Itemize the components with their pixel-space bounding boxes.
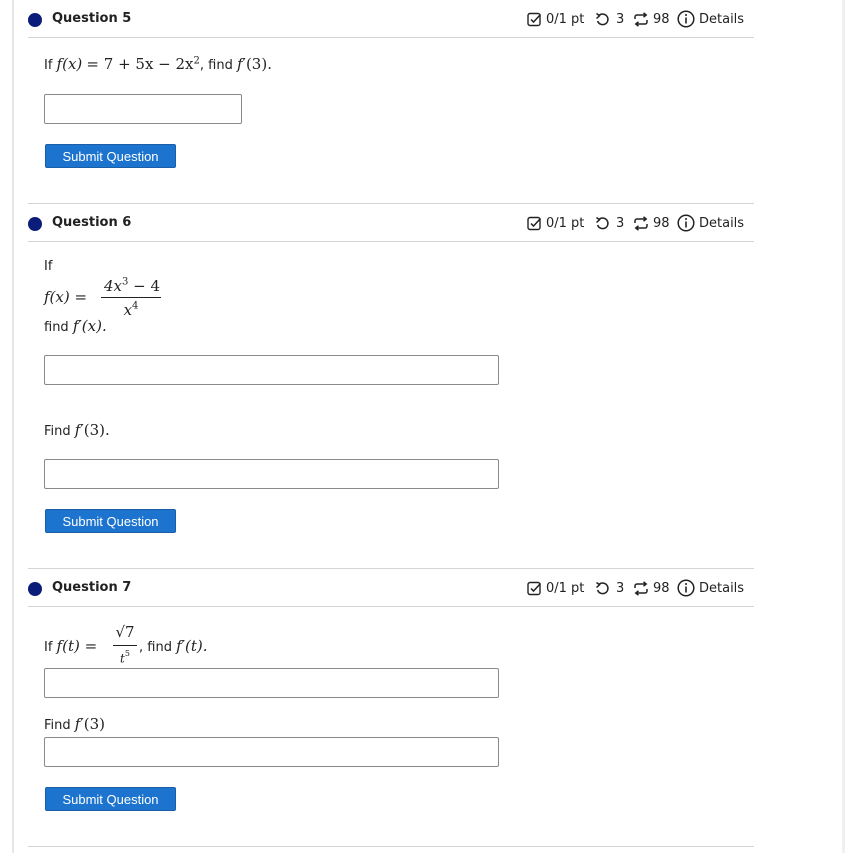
question-status-dot <box>28 217 42 231</box>
question-5-prompt: If f(x) = 7 + 5x − 2x2, find f′(3). <box>44 55 272 73</box>
question-status-dot <box>28 582 42 596</box>
retry-icon <box>595 216 609 230</box>
attempts-count: 98 <box>653 216 670 231</box>
math-arg: ′(3). <box>80 421 110 439</box>
fraction-numerator: √7 <box>113 622 137 641</box>
math-numerator: 4x <box>103 277 122 295</box>
divider <box>28 606 754 607</box>
score-text: 0/1 pt <box>546 216 585 231</box>
retries-count: 3 <box>616 12 625 27</box>
math-arg: ′(t). <box>181 637 208 655</box>
divider <box>28 203 754 204</box>
prompt-text: , find <box>199 58 237 73</box>
divider <box>28 37 754 38</box>
prompt-if: If <box>44 259 53 274</box>
fraction-denominator: x4 <box>101 300 161 319</box>
fraction-bar <box>113 645 137 646</box>
answer-input[interactable] <box>44 94 242 124</box>
details-link[interactable]: Details <box>699 12 744 27</box>
answer-input[interactable] <box>44 355 499 385</box>
attempts-count: 98 <box>653 581 670 596</box>
math-expression: = 7 + 5x − 2x <box>86 55 194 73</box>
retries-count: 3 <box>616 581 625 596</box>
prompt-text: If <box>44 58 57 73</box>
prompt-find: Find f′(3) <box>44 715 105 733</box>
check-box-icon <box>527 216 542 231</box>
retry-icon <box>595 12 609 26</box>
math-numerator-tail: − 4 <box>128 277 161 295</box>
math-arg: ′(3) <box>80 715 105 733</box>
retries-count: 3 <box>616 216 625 231</box>
score-text: 0/1 pt <box>546 12 585 27</box>
fraction-numerator: 4x3 − 4 <box>101 276 163 295</box>
question-6-header: Question 6 0/1 pt 3 98 Details <box>28 214 754 234</box>
prompt-text: , find <box>139 640 177 655</box>
prompt-find: find f′(x). <box>44 317 107 335</box>
math-lhs: f(x) = <box>44 288 88 306</box>
submit-question-button[interactable]: Submit Question <box>45 144 176 168</box>
divider <box>28 568 754 569</box>
fraction-denominator: t5 <box>113 647 137 665</box>
attempts-icon <box>634 12 648 27</box>
submit-question-button[interactable]: Submit Question <box>45 509 176 533</box>
math-denominator: x <box>123 301 133 319</box>
score-text: 0/1 pt <box>546 581 585 596</box>
divider <box>28 241 754 242</box>
check-box-icon <box>527 12 542 27</box>
attempts-icon <box>634 216 648 231</box>
attempts-count: 98 <box>653 12 670 27</box>
prompt-text: find <box>44 320 73 335</box>
fraction-bar <box>101 297 161 298</box>
question-meta: 0/1 pt 3 98 Details <box>527 214 753 234</box>
details-link[interactable]: Details <box>699 581 744 596</box>
question-meta: 0/1 pt 3 98 Details <box>527 579 753 599</box>
math-arg: (x) <box>62 55 83 73</box>
question-7-header: Question 7 0/1 pt 3 98 Details <box>28 579 754 599</box>
question-7-prompt: If f(t) = <box>44 637 97 655</box>
prompt-find: Find f′(3). <box>44 421 110 439</box>
answer-input[interactable] <box>44 668 499 698</box>
info-icon[interactable] <box>677 579 695 597</box>
question-5-header: Question 5 0/1 pt 3 98 Details <box>28 10 754 30</box>
prompt-text: Find <box>44 718 75 733</box>
question-title: Question 7 <box>52 580 132 595</box>
check-box-icon <box>527 581 542 596</box>
math-exponent: 4 <box>132 300 139 312</box>
answer-input[interactable] <box>44 459 499 489</box>
submit-question-button[interactable]: Submit Question <box>45 787 176 811</box>
prompt-find: , find f′(t). <box>139 637 208 655</box>
prompt-text: If <box>44 640 57 655</box>
question-meta: 0/1 pt 3 98 Details <box>527 10 753 30</box>
math-numerator: √7 <box>115 623 135 641</box>
math-arg: ′(3). <box>242 55 272 73</box>
math-lhs: f(t) = <box>56 637 98 655</box>
answer-input[interactable] <box>44 737 499 767</box>
question-title: Question 6 <box>52 215 132 230</box>
info-icon[interactable] <box>677 10 695 28</box>
math-arg: ′(x). <box>78 317 107 335</box>
prompt-text: Find <box>44 424 75 439</box>
question-title: Question 5 <box>52 11 132 26</box>
question-status-dot <box>28 13 42 27</box>
attempts-icon <box>634 581 648 596</box>
page-left-border <box>12 0 14 853</box>
details-link[interactable]: Details <box>699 216 744 231</box>
divider <box>28 846 754 847</box>
info-icon[interactable] <box>677 214 695 232</box>
math-exponent: 5 <box>124 649 130 658</box>
retry-icon <box>595 581 609 595</box>
